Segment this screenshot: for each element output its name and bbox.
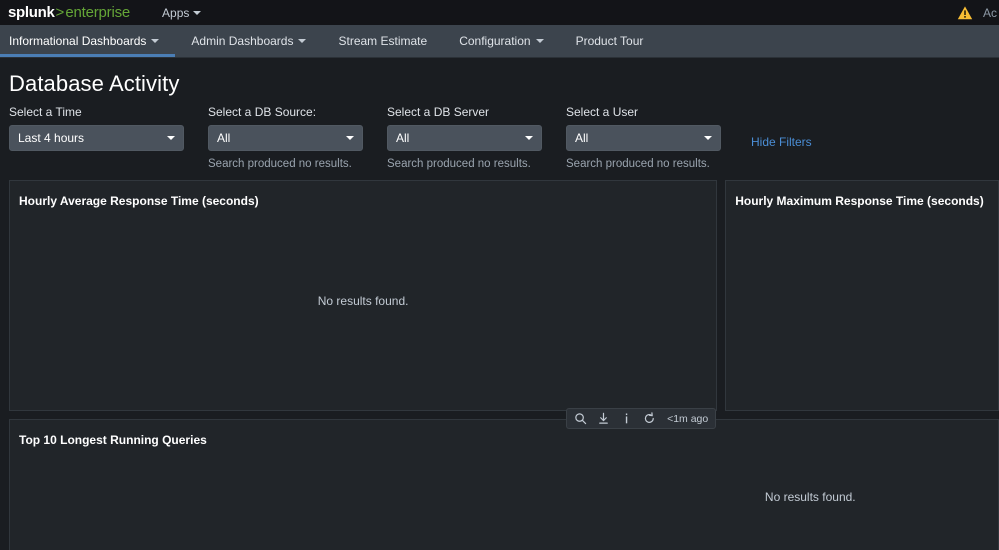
panel-refresh-timestamp: <1m ago (667, 412, 709, 425)
app-header-right-group: Ac (957, 0, 999, 25)
nav-item-label: Product Tour (575, 34, 644, 48)
filter-label: Select a User (566, 105, 639, 119)
nav-item-label: Configuration (459, 34, 531, 48)
panel-row-top: Hourly Average Response Time (seconds) N… (0, 180, 999, 429)
panel-title: Hourly Maximum Response Time (seconds) (735, 194, 984, 208)
info-icon[interactable] (620, 412, 633, 425)
filter-select-a-db-server: Select a DB Server All Search produced n… (387, 105, 542, 170)
time-range-value: Last 4 hours (18, 131, 85, 145)
chevron-down-icon (193, 10, 202, 15)
filter-label: Select a Time (9, 105, 82, 119)
chevron-down-icon (535, 39, 544, 43)
chevron-down-icon (298, 39, 307, 43)
panel-hourly-maximum-response-time: Hourly Maximum Response Time (seconds) (725, 180, 999, 411)
apps-menu-button[interactable]: Apps (162, 5, 202, 20)
panel-empty-state: No results found. (317, 293, 409, 308)
chevron-down-icon (167, 136, 175, 140)
search-icon[interactable] (574, 412, 587, 425)
panel-title: Top 10 Longest Running Queries (19, 433, 207, 447)
panel-empty-state: No results found. (764, 490, 856, 504)
db-source-no-results-message: Search produced no results. (208, 158, 352, 170)
warning-triangle-icon[interactable] (957, 5, 973, 21)
db-server-no-results-message: Search produced no results. (387, 158, 531, 170)
nav-item-informational-dashboards[interactable]: Informational Dashboards (0, 25, 176, 57)
db-server-select[interactable]: All (387, 125, 542, 151)
user-no-results-message: Search produced no results. (566, 158, 710, 170)
panel-title: Hourly Average Response Time (seconds) (19, 194, 259, 208)
refresh-icon[interactable] (643, 412, 656, 425)
chevron-down-icon (346, 136, 354, 140)
logo-chevron-glyph: > (55, 4, 65, 21)
nav-item-label: Admin Dashboards (191, 34, 294, 48)
filter-select-a-user: Select a User All Search produced no res… (566, 105, 721, 170)
filter-label: Select a DB Source: (208, 105, 317, 119)
hide-filters-link[interactable]: Hide Filters (751, 135, 812, 149)
chevron-down-icon (151, 39, 160, 43)
user-select[interactable]: All (566, 125, 721, 151)
app-header-bar: splunk > enterprise Apps Ac (0, 0, 999, 25)
nav-item-product-tour[interactable]: Product Tour (560, 25, 660, 57)
primary-navigation-bar: Informational Dashboards Admin Dashboard… (0, 25, 999, 58)
db-source-value: All (217, 131, 231, 145)
panel-footer-toolbar: <1m ago (566, 408, 717, 429)
db-server-value: All (396, 131, 410, 145)
nav-item-configuration[interactable]: Configuration (443, 25, 559, 57)
logo-text-enterprise: enterprise (65, 4, 131, 21)
apps-menu-label: Apps (162, 5, 190, 20)
filter-label: Select a DB Server (387, 105, 490, 119)
download-icon[interactable] (597, 412, 610, 425)
filter-select-a-time: Select a Time Last 4 hours (9, 105, 184, 151)
nav-item-label: Informational Dashboards (9, 34, 147, 48)
nav-item-stream-estimate[interactable]: Stream Estimate (322, 25, 443, 57)
user-value: All (575, 131, 589, 145)
panel-row-bottom: Top 10 Longest Running Queries No result… (0, 411, 999, 550)
panel-hourly-average-response-time: Hourly Average Response Time (seconds) N… (9, 180, 718, 429)
panel-top-10-longest-running-queries: Top 10 Longest Running Queries No result… (9, 419, 999, 550)
account-menu-label[interactable]: Ac (983, 6, 997, 20)
db-source-select[interactable]: All (208, 125, 363, 151)
dashboard-page: Database Activity Select a Time Last 4 h… (0, 58, 999, 550)
chevron-down-icon (525, 136, 533, 140)
splunk-logo[interactable]: splunk > enterprise (8, 4, 130, 21)
chevron-down-icon (704, 136, 712, 140)
page-title: Database Activity (9, 71, 180, 96)
logo-text-splunk: splunk (8, 4, 55, 21)
filter-select-a-db-source: Select a DB Source: All Search produced … (208, 105, 363, 170)
nav-item-admin-dashboards[interactable]: Admin Dashboards (175, 25, 322, 57)
time-range-select[interactable]: Last 4 hours (9, 125, 184, 151)
nav-item-label: Stream Estimate (338, 34, 428, 48)
filter-bar: Select a Time Last 4 hours Select a DB S… (0, 105, 999, 180)
